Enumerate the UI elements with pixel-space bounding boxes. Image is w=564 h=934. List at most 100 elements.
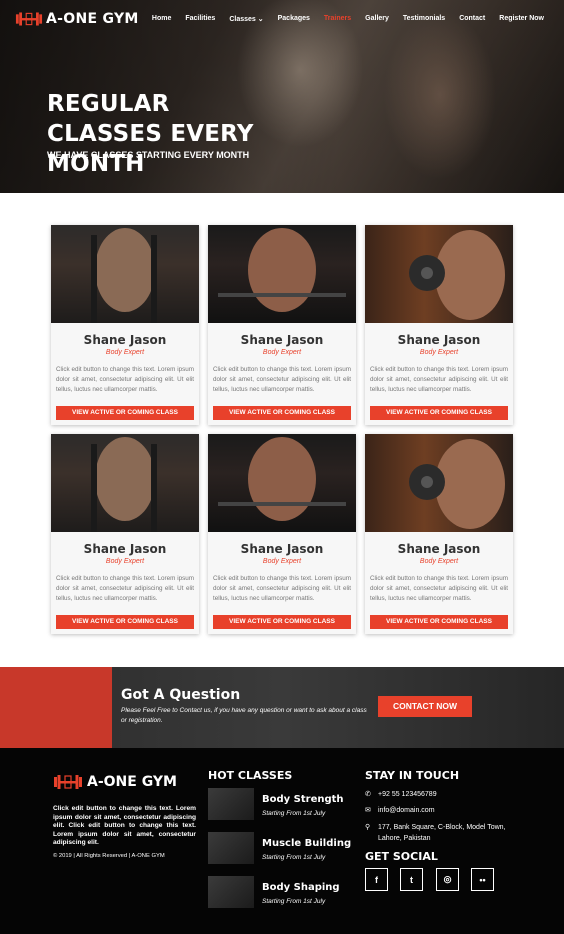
view-class-button[interactable]: VIEW ACTIVE OR COMING CLASS xyxy=(213,406,351,420)
trainer-role: Body Expert xyxy=(262,349,302,356)
menu-item-register-now[interactable]: Register Now xyxy=(499,15,544,23)
hot-class-item[interactable]: Muscle Building Starting From 1st July xyxy=(208,832,358,866)
trainer-description: Click edit button to change this text. L… xyxy=(56,575,194,602)
hero-title: REGULAR CLASSES EVERY MONTH xyxy=(47,91,254,177)
trainer-image xyxy=(218,437,346,521)
site-logo[interactable]: A-ONE GYM xyxy=(15,10,139,28)
hot-class-date: Starting From 1st July xyxy=(262,854,326,861)
menu-item-testimonials[interactable]: Testimonials xyxy=(403,15,445,23)
trainer-photo xyxy=(208,225,356,323)
trainer-photo xyxy=(365,225,513,323)
contact-phone[interactable]: ✆ +92 55 123456789 xyxy=(365,790,437,798)
trainer-card: Shane Jason Body Expert Click edit butto… xyxy=(208,434,356,634)
footer-logo[interactable]: A-ONE GYM xyxy=(53,772,177,792)
menu-item-classes-label: Classes xyxy=(229,16,256,23)
hot-class-item[interactable]: Body Shaping Starting From 1st July xyxy=(208,876,358,910)
footer: A-ONE GYM Click edit button to change th… xyxy=(0,748,564,934)
hot-class-name: Body Strength xyxy=(262,794,344,805)
twitter-icon[interactable]: t xyxy=(400,868,423,891)
menu-item-facilities[interactable]: Facilities xyxy=(185,15,215,23)
trainer-image xyxy=(91,437,157,532)
trainer-name: Shane Jason xyxy=(240,542,324,556)
hero-banner: A-ONE GYM Home Facilities Classes ⌄ Pack… xyxy=(0,0,564,193)
trainer-name: Shane Jason xyxy=(83,542,167,556)
trainer-image xyxy=(91,228,157,323)
trainer-name: Shane Jason xyxy=(240,333,324,347)
menu-item-contact[interactable]: Contact xyxy=(459,15,485,23)
flickr-icon[interactable]: •• xyxy=(471,868,494,891)
trainer-role: Body Expert xyxy=(105,558,145,565)
trainer-description: Click edit button to change this text. L… xyxy=(213,366,351,393)
trainer-photo xyxy=(51,225,199,323)
trainer-card: Shane Jason Body Expert Click edit butto… xyxy=(208,225,356,425)
envelope-icon: ✉ xyxy=(365,807,371,814)
cta-text: Please Feel Free to Contact us, if you h… xyxy=(121,707,367,724)
hot-class-date: Starting From 1st July xyxy=(262,898,326,905)
view-class-button[interactable]: VIEW ACTIVE OR COMING CLASS xyxy=(370,615,508,629)
trainer-photo xyxy=(51,434,199,532)
cta-title: Got A Question xyxy=(121,687,241,703)
trainer-description: Click edit button to change this text. L… xyxy=(56,366,194,393)
menu-item-gallery[interactable]: Gallery xyxy=(365,15,389,23)
trainer-description: Click edit button to change this text. L… xyxy=(370,575,508,602)
trainer-role: Body Expert xyxy=(105,349,145,356)
trainer-role: Body Expert xyxy=(262,558,302,565)
contact-now-button[interactable]: CONTACT NOW xyxy=(378,696,472,717)
trainer-card: Shane Jason Body Expert Click edit butto… xyxy=(365,225,513,425)
trainer-card: Shane Jason Body Expert Click edit butto… xyxy=(365,434,513,634)
email-text: info@domain.com xyxy=(378,807,435,814)
trainer-name: Shane Jason xyxy=(83,333,167,347)
trainer-photo xyxy=(208,434,356,532)
top-navigation: A-ONE GYM Home Facilities Classes ⌄ Pack… xyxy=(0,0,564,40)
trainer-card: Shane Jason Body Expert Click edit butto… xyxy=(51,225,199,425)
copyright-text: © 2019 | All Rights Reserved | A-ONE GYM xyxy=(53,853,165,859)
contact-address: ⚲ 177, Bank Square, C-Block, Model Town, … xyxy=(365,822,506,844)
view-class-button[interactable]: VIEW ACTIVE OR COMING CLASS xyxy=(56,406,194,420)
hot-class-thumbnail xyxy=(208,832,254,864)
main-menu: Home Facilities Classes ⌄ Packages Train… xyxy=(152,15,544,23)
dumbbell-icon xyxy=(15,12,43,26)
view-class-button[interactable]: VIEW ACTIVE OR COMING CLASS xyxy=(370,406,508,420)
banner-accent-block xyxy=(0,667,112,748)
question-banner: Got A Question Please Feel Free to Conta… xyxy=(0,667,564,748)
address-line-1: 177, Bank Square, C-Block, Model Town, xyxy=(378,824,506,831)
hot-class-thumbnail xyxy=(208,876,254,908)
map-pin-icon: ⚲ xyxy=(365,824,371,831)
get-social-heading: GET SOCIAL xyxy=(365,850,438,863)
trainer-photo xyxy=(365,434,513,532)
view-class-button[interactable]: VIEW ACTIVE OR COMING CLASS xyxy=(213,615,351,629)
trainer-description: Click edit button to change this text. L… xyxy=(370,366,508,393)
address-line-2: Lahore, Pakistan xyxy=(378,835,431,842)
menu-item-classes[interactable]: Classes ⌄ xyxy=(229,15,263,23)
trainer-image xyxy=(409,230,505,320)
menu-item-packages[interactable]: Packages xyxy=(278,15,310,23)
hot-class-thumbnail xyxy=(208,788,254,820)
logo-text: A-ONE GYM xyxy=(46,11,139,27)
trainer-card: Shane Jason Body Expert Click edit butto… xyxy=(51,434,199,634)
trainer-name: Shane Jason xyxy=(397,333,481,347)
trainer-description: Click edit button to change this text. L… xyxy=(213,575,351,602)
trainer-image xyxy=(218,228,346,312)
footer-logo-text: A-ONE GYM xyxy=(87,774,177,790)
menu-item-trainers[interactable]: Trainers xyxy=(324,15,351,23)
stay-in-touch-heading: STAY IN TOUCH xyxy=(365,769,460,782)
hot-classes-heading: HOT CLASSES xyxy=(208,769,293,782)
trainer-image xyxy=(409,439,505,529)
hot-class-item[interactable]: Body Strength Starting From 1st July xyxy=(208,788,358,822)
trainer-role: Body Expert xyxy=(419,558,459,565)
trainer-role: Body Expert xyxy=(419,349,459,356)
hero-subtitle: WE HAVE CLASSES STARTING EVERY MONTH xyxy=(47,150,250,160)
hot-class-name: Body Shaping xyxy=(262,882,340,893)
view-class-button[interactable]: VIEW ACTIVE OR COMING CLASS xyxy=(56,615,194,629)
phone-text: +92 55 123456789 xyxy=(378,791,437,798)
hot-class-date: Starting From 1st July xyxy=(262,810,326,817)
instagram-icon[interactable]: ◎ xyxy=(436,868,459,891)
phone-icon: ✆ xyxy=(365,791,371,798)
contact-email[interactable]: ✉ info@domain.com xyxy=(365,806,435,814)
dumbbell-icon xyxy=(54,775,82,789)
chevron-down-icon: ⌄ xyxy=(257,16,264,23)
trainer-name: Shane Jason xyxy=(397,542,481,556)
facebook-icon[interactable]: f xyxy=(365,868,388,891)
footer-about-text: Click edit button to change this text. L… xyxy=(53,805,196,846)
menu-item-home[interactable]: Home xyxy=(152,15,171,23)
